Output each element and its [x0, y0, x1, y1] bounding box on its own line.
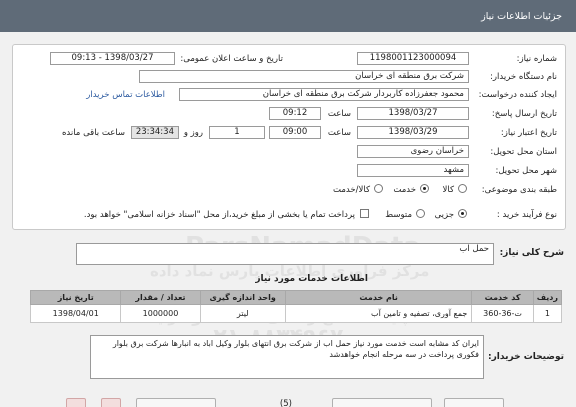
services-table: ردیف کد خدمت نام خدمت واحد اندازه گیری ت…: [29, 290, 563, 323]
process-radio-medium[interactable]: [416, 209, 425, 218]
validity-time-field[interactable]: 09:00: [269, 126, 321, 139]
footer-button-5[interactable]: [66, 398, 86, 407]
buyer-notes-field[interactable]: ایران کد مشابه است خدمت مورد نیاز حمل اب…: [90, 335, 484, 379]
footer-button-2[interactable]: [332, 398, 432, 407]
need-number-field[interactable]: 1198001123000094: [357, 52, 469, 65]
footer-button-4[interactable]: [101, 398, 121, 407]
city-field[interactable]: مشهد: [357, 164, 469, 177]
cell-code: ت-36-360: [471, 304, 534, 323]
col-row: ردیف: [532, 290, 563, 305]
process-medium-label: متوسط: [385, 210, 412, 220]
send-date-field[interactable]: 1398/03/27: [357, 107, 469, 120]
province-field[interactable]: خراسان رضوی: [357, 145, 469, 158]
services-header-row: ردیف کد خدمت نام خدمت واحد اندازه گیری ت…: [29, 290, 563, 305]
services-title: اطلاعات خدمات مورد نیاز: [255, 274, 368, 284]
validity-label: تاریخ اعتبار نیاز:: [500, 128, 557, 138]
validity-date-field[interactable]: 1398/03/29: [357, 126, 469, 139]
treasury-payment-note: پرداخت تمام یا بخشی از مبلغ خرید،از محل …: [83, 210, 355, 220]
footer-button-1[interactable]: [444, 398, 504, 407]
send-time-field[interactable]: 09:12: [269, 107, 321, 120]
validity-time-label: ساعت: [327, 128, 351, 138]
table-row[interactable]: 1 ت-36-360 جمع آوری، تصفیه و تامین آب لی…: [29, 304, 563, 323]
cell-qty: 1000000: [120, 304, 201, 323]
creator-label: ایجاد کننده درخواست:: [478, 90, 557, 100]
announce-label: تاریخ و ساعت اعلان عمومی:: [180, 54, 283, 64]
send-date-label: تاریخ ارسال پاسخ:: [491, 109, 557, 119]
creator-field[interactable]: محمود جعفرزاده کاربردار شرکت برق منطقه ا…: [179, 88, 469, 101]
category-service-label: خدمت: [393, 185, 416, 195]
remaining-time-field: 23:34:34: [131, 126, 179, 139]
cell-unit: لیتر: [199, 304, 286, 323]
need-info-panel: شماره نیاز: 1198001123000094 تاریخ و ساع…: [12, 44, 566, 230]
remaining-time-label: ساعت باقی مانده: [61, 128, 125, 138]
category-goods-label: کالا: [442, 185, 454, 195]
buyer-label: نام دستگاه خریدار:: [490, 72, 557, 82]
col-date: تاریخ نیاز: [29, 290, 122, 305]
page-header: جزئیات اطلاعات نیاز: [0, 0, 576, 32]
category-radio-service[interactable]: [420, 184, 429, 193]
category-goods-service-label: کالا/خدمت: [333, 185, 370, 195]
summary-label: شرح کلی نیاز:: [499, 248, 564, 258]
remaining-days-field: 1: [209, 126, 265, 139]
buyer-contact-link[interactable]: اطلاعات تماس خریدار: [86, 90, 165, 100]
cell-row: 1: [532, 304, 563, 323]
col-unit: واحد اندازه گیری: [199, 290, 286, 305]
remaining-days-label: روز و: [183, 128, 203, 138]
send-time-label: ساعت: [327, 109, 351, 119]
footer-button-3[interactable]: [136, 398, 216, 407]
treasury-payment-checkbox[interactable]: [360, 209, 369, 218]
page-title: جزئیات اطلاعات نیاز: [481, 11, 562, 22]
process-radio-minor[interactable]: [458, 209, 467, 218]
footer-tab-count: (5): [279, 399, 292, 407]
cell-date: 1398/04/01: [29, 304, 122, 323]
buyer-notes-label: توضیحات خریدار:: [488, 352, 564, 362]
col-qty: تعداد / مقدار: [120, 290, 201, 305]
col-code: کد خدمت: [471, 290, 534, 305]
summary-field[interactable]: حمل اب: [76, 243, 494, 265]
category-radio-goods-service[interactable]: [374, 184, 383, 193]
process-minor-label: جزیی: [434, 210, 454, 220]
announce-field[interactable]: 1398/03/27 - 09:13: [50, 52, 175, 65]
city-label: شهر محل تحویل:: [495, 166, 557, 176]
category-radio-goods[interactable]: [458, 184, 467, 193]
province-label: استان محل تحویل:: [490, 147, 557, 157]
cell-name: جمع آوری، تصفیه و تامین آب: [284, 304, 473, 323]
need-number-label: شماره نیاز:: [516, 54, 557, 64]
col-name: نام خدمت: [284, 290, 473, 305]
category-label: طبقه بندی موضوعی:: [481, 185, 557, 195]
buyer-field[interactable]: شرکت برق منطقه ای خراسان: [139, 70, 469, 83]
process-label: نوع فرآیند خرید :: [496, 210, 557, 220]
